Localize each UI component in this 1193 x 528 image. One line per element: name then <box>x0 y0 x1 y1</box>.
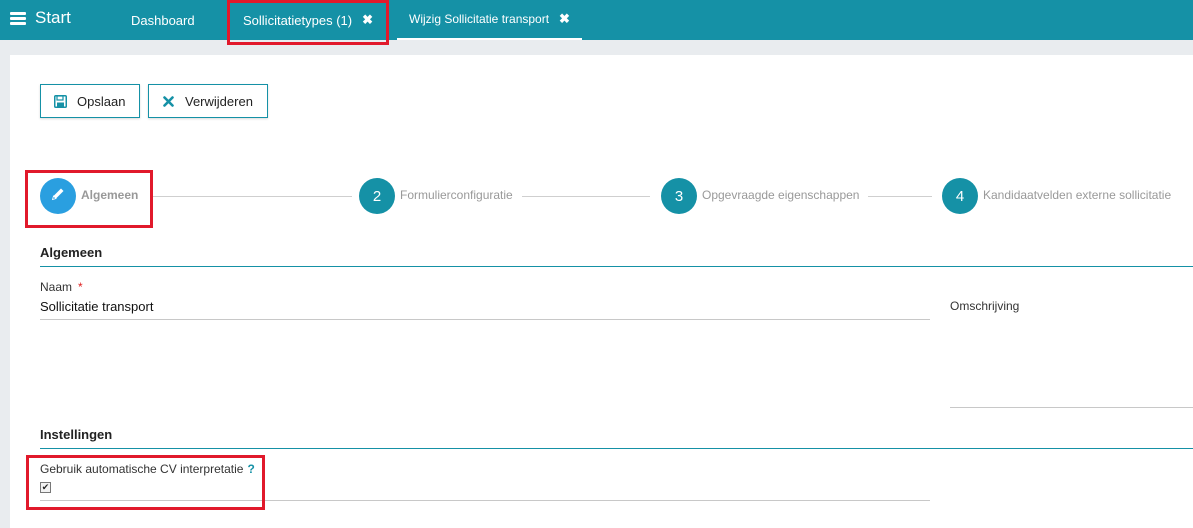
step-number: 3 <box>674 187 684 205</box>
step-label-kandidaatvelden: Kandidaatvelden externe sollicitatie <box>983 188 1172 202</box>
name-label-text: Naam <box>40 280 73 294</box>
cv-interpretation-label: Gebruik automatische CV interpretatie? <box>40 462 255 476</box>
delete-button[interactable]: Verwijderen <box>148 84 268 118</box>
section-divider <box>40 266 1193 267</box>
step-opgevraagde-eigenschappen[interactable]: 3 <box>661 178 697 214</box>
stepper-connector <box>522 196 650 197</box>
floppy-disk-icon <box>53 94 67 108</box>
tab-label: Sollicitatietypes (1) <box>243 12 353 28</box>
description-label: Omschrijving <box>950 299 1020 313</box>
step-label-algemeen: Algemeen <box>81 188 139 202</box>
step-label-formulierconfiguratie: Formulierconfiguratie <box>400 188 513 202</box>
section-title-algemeen: Algemeen <box>40 245 103 260</box>
close-icon[interactable]: ✖ <box>559 11 570 27</box>
cv-field-underline <box>40 500 930 501</box>
required-marker: * <box>78 280 83 294</box>
tab-label: Dashboard <box>131 12 195 28</box>
pencil-icon <box>50 186 66 206</box>
stepper-connector <box>868 196 932 197</box>
cv-interpretation-label-text: Gebruik automatische CV interpretatie <box>40 462 244 476</box>
save-button-label: Opslaan <box>77 93 126 109</box>
content-panel: Opslaan Verwijderen Algemeen 2 Formulier… <box>10 55 1193 528</box>
close-icon <box>161 94 175 108</box>
tab-sollicitatietypes[interactable]: Sollicitatietypes (1) ✖ <box>243 0 373 40</box>
delete-button-label: Verwijderen <box>185 93 253 109</box>
name-input-underline <box>40 319 930 320</box>
tab-wijzig-sollicitatie[interactable]: Wijzig Sollicitatie transport ✖ <box>397 0 582 40</box>
section-title-instellingen: Instellingen <box>40 427 113 442</box>
tab-label: Wijzig Sollicitatie transport <box>409 12 550 26</box>
main-menu-button[interactable]: Start <box>10 8 71 28</box>
step-number: 4 <box>955 187 965 205</box>
close-icon[interactable]: ✖ <box>362 12 373 28</box>
step-number: 2 <box>372 187 382 205</box>
step-formulierconfiguratie[interactable]: 2 <box>359 178 395 214</box>
save-button[interactable]: Opslaan <box>40 84 140 118</box>
menu-label: Start <box>35 8 71 27</box>
step-algemeen[interactable] <box>40 178 76 214</box>
tab-dashboard[interactable]: Dashboard <box>131 0 195 40</box>
section-divider <box>40 448 1193 449</box>
description-input[interactable] <box>950 407 1193 408</box>
name-label: Naam * <box>40 280 83 294</box>
step-label-opgevraagde-eigenschappen: Opgevraagde eigenschappen <box>702 188 860 202</box>
name-input[interactable]: Sollicitatie transport <box>40 299 153 314</box>
hamburger-icon <box>10 11 26 25</box>
step-kandidaatvelden[interactable]: 4 <box>942 178 978 214</box>
help-icon[interactable]: ? <box>247 462 254 476</box>
cv-interpretation-checkbox[interactable]: ✔ <box>40 482 51 493</box>
top-navigation-bar: Start Dashboard Sollicitatietypes (1) ✖ … <box>0 0 1193 40</box>
stepper-connector <box>150 196 352 197</box>
